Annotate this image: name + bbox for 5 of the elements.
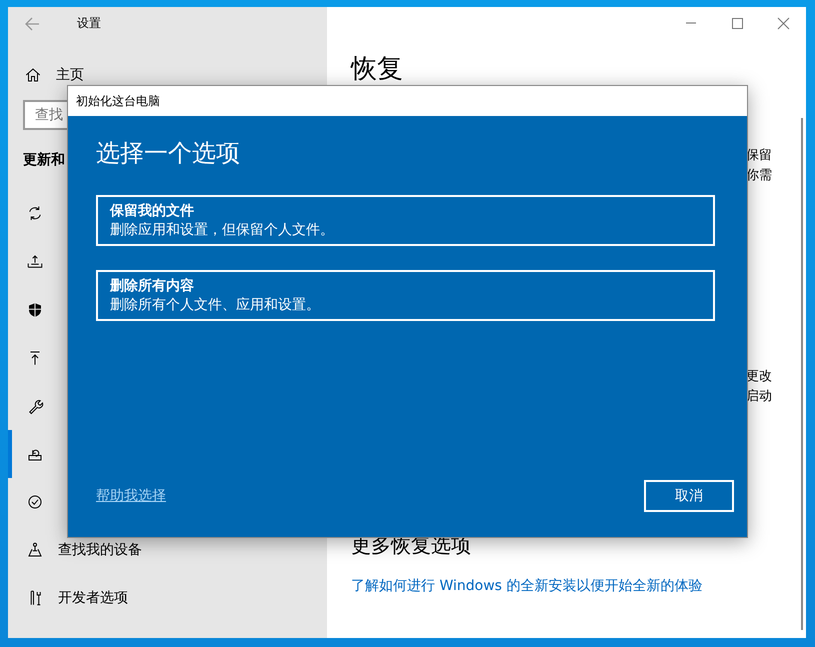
dialog-title: 初始化这台电脑	[76, 92, 160, 110]
section-heading: 更新和	[23, 151, 65, 170]
page-title: 恢复	[351, 53, 403, 86]
window-title: 设置	[77, 15, 101, 32]
dialog-heading: 选择一个选项	[96, 138, 241, 168]
